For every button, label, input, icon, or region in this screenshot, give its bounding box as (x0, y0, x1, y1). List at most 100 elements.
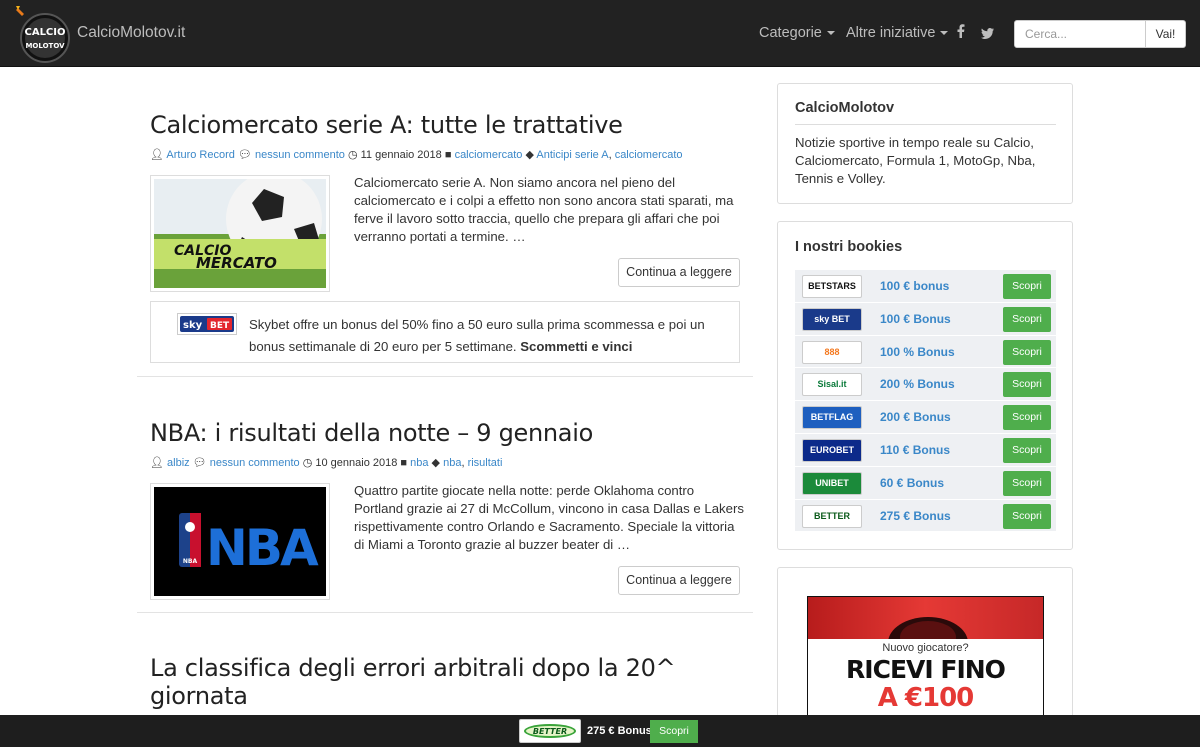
better-logo[interactable]: BETTER (519, 719, 581, 743)
bookie-logo[interactable]: UNIBET (802, 471, 862, 495)
chevron-down-icon (826, 31, 835, 36)
nba-logo-small: NBA (183, 558, 198, 565)
nav-altre-iniziative[interactable]: Altre iniziative (846, 25, 949, 41)
brand-link[interactable]: CalcioMolotov.it (77, 24, 185, 42)
promo-cta[interactable]: Scommetti e vinci (520, 339, 632, 354)
scopri-button[interactable]: Scopri (1003, 405, 1051, 431)
comment-icon: 💬︎ (237, 149, 252, 161)
post-category[interactable]: calciomercato (455, 149, 523, 161)
bookie-logo[interactable]: Sisal.it (802, 373, 862, 397)
post-tag[interactable]: risultati (468, 457, 503, 469)
chevron-down-icon (940, 31, 949, 36)
bookie-bonus[interactable]: 100 % Bonus (880, 345, 955, 359)
post-title[interactable]: NBA: i risultati della notte – 9 gennaio (150, 419, 593, 447)
bookie-row: UNIBET 60 € Bonus Scopri (795, 466, 1056, 500)
bookie-row: 888 100 % Bonus Scopri (795, 335, 1056, 369)
search-input[interactable]: Cerca... (1014, 20, 1146, 48)
bookies-widget: I nostri bookies BETSTARS 100 € bonus Scop… (777, 221, 1073, 550)
search-placeholder: Cerca... (1025, 27, 1068, 41)
logo-text-line1: CALCIO (24, 27, 65, 38)
post-title-line1: La classifica degli errori arbitrali dop… (150, 654, 676, 682)
post-divider (137, 376, 753, 377)
ad-banner[interactable]: Nuovo giocatore? RICEVI FINO A €100 (807, 596, 1044, 721)
about-widget: CalcioMolotov Notizie sportive in tempo … (777, 83, 1073, 204)
sticky-bonus-text: 275 € Bonus (587, 725, 652, 737)
scopri-button[interactable]: Scopri (1003, 274, 1051, 299)
bookie-bonus[interactable]: 200 % Bonus (880, 377, 955, 391)
twitter-icon[interactable] (981, 26, 994, 42)
scopri-button[interactable]: Scopri (1003, 437, 1051, 463)
post-title-line2: giornata (150, 682, 248, 710)
post-category[interactable]: nba (410, 457, 428, 469)
ad-text-line1: Nuovo giocatore? (882, 642, 969, 654)
nav-altre-iniziative-label: Altre iniziative (846, 25, 936, 41)
post-divider (137, 612, 753, 613)
tag-icon: ◆ (525, 149, 534, 161)
svg-text:sky: sky (183, 320, 203, 331)
post-title[interactable]: Calciomercato serie A: tutte le trattati… (150, 111, 623, 139)
navbar: CALCIO MOLOTOV CalcioMolotov.it Categori… (0, 0, 1200, 67)
post-date: 10 gennaio 2018 (315, 457, 398, 469)
svg-text:BET: BET (210, 321, 230, 331)
bookie-logo[interactable]: BETTER (802, 504, 862, 528)
read-more-button[interactable]: Continua a leggere (618, 566, 740, 595)
read-more-button[interactable]: Continua a leggere (618, 258, 740, 287)
bookie-logo[interactable]: BETSTARS (802, 275, 862, 298)
nav-categorie-label: Categorie (759, 25, 822, 41)
svg-text:BETTER: BETTER (533, 727, 567, 736)
bookie-logo[interactable]: BETFLAG (802, 406, 862, 430)
comment-icon: 💬︎ (192, 457, 207, 469)
skybet-logo[interactable]: sky BET (177, 313, 237, 335)
post-title[interactable]: La classifica degli errori arbitrali dop… (150, 654, 676, 710)
tag-icon: ◆ (431, 457, 441, 469)
folder-icon: ■ (400, 457, 408, 469)
bookie-bonus[interactable]: 100 € Bonus (880, 312, 951, 326)
bookie-logo[interactable]: 888 (802, 340, 862, 364)
promo-text: Skybet offre un bonus del 50% fino a 50 … (249, 314, 729, 358)
post-author[interactable]: Arturo Record (166, 149, 234, 161)
bookie-bonus[interactable]: 60 € Bonus (880, 476, 944, 490)
scopri-button[interactable]: Scopri (1003, 470, 1051, 496)
bookie-logo[interactable]: EUROBET (802, 438, 862, 462)
promo-description: Skybet offre un bonus del 50% fino a 50 … (249, 317, 705, 354)
promo-box: sky BET Skybet offre un bonus del 50% fi… (150, 301, 740, 363)
bookie-row: BETFLAG 200 € Bonus Scopri (795, 401, 1056, 434)
scopri-button[interactable]: Scopri (1003, 503, 1051, 529)
post-comments[interactable]: nessun commento (210, 457, 300, 469)
nav-categorie[interactable]: Categorie (759, 25, 835, 41)
post-date: 11 gennaio 2018 (360, 149, 442, 161)
about-widget-title: CalcioMolotov (795, 100, 895, 116)
post-tag[interactable]: Anticipi serie A (536, 149, 608, 161)
bookie-bonus[interactable]: 110 € Bonus (880, 443, 950, 457)
bookie-logo[interactable]: sky BET (802, 307, 862, 331)
bookie-row: BETSTARS 100 € bonus Scopri (795, 270, 1056, 303)
ad-text-line3: A €100 (877, 683, 975, 713)
sticky-scopri-button[interactable]: Scopri (650, 720, 698, 743)
post-excerpt: Calciomercato serie A. Non siamo ancora … (354, 175, 734, 244)
search-button[interactable]: Vai! (1145, 20, 1186, 48)
sticky-bonus-bar: BETTER 275 € Bonus Scopri (0, 715, 1200, 747)
ad-banner-image (808, 597, 1043, 669)
thumb-text-2: MERCATO (196, 254, 277, 272)
site-logo[interactable]: CALCIO MOLOTOV (12, 4, 72, 64)
post-thumbnail[interactable]: CALCIO MERCATO (150, 175, 330, 292)
bookie-bonus[interactable]: 275 € Bonus (880, 509, 951, 523)
bookie-bonus[interactable]: 100 € bonus (880, 279, 949, 293)
post-thumbnail[interactable]: NBA NBA (150, 483, 330, 600)
bookie-row: sky BET 100 € Bonus Scopri (795, 302, 1056, 336)
scopri-button[interactable]: Scopri (1003, 339, 1051, 365)
post-author[interactable]: albiz (167, 457, 190, 469)
folder-icon: ■ (444, 149, 452, 161)
post-comments[interactable]: nessun commento (255, 149, 345, 161)
bookie-bonus[interactable]: 200 € Bonus (880, 410, 951, 424)
bookie-row: BETTER 275 € Bonus Scopri (795, 499, 1056, 533)
clock-icon: ◷ (302, 457, 313, 469)
ad-widget: Nuovo giocatore? RICEVI FINO A €100 (777, 567, 1073, 727)
post-tag[interactable]: calciomercato (615, 149, 683, 161)
scopri-button[interactable]: Scopri (1003, 306, 1051, 332)
user-icon: 👤︎ (150, 457, 164, 469)
scopri-button[interactable]: Scopri (1003, 372, 1051, 398)
facebook-icon[interactable] (957, 24, 965, 41)
bookie-row: EUROBET 110 € Bonus Scopri (795, 433, 1056, 467)
post-tag[interactable]: nba (443, 457, 461, 469)
